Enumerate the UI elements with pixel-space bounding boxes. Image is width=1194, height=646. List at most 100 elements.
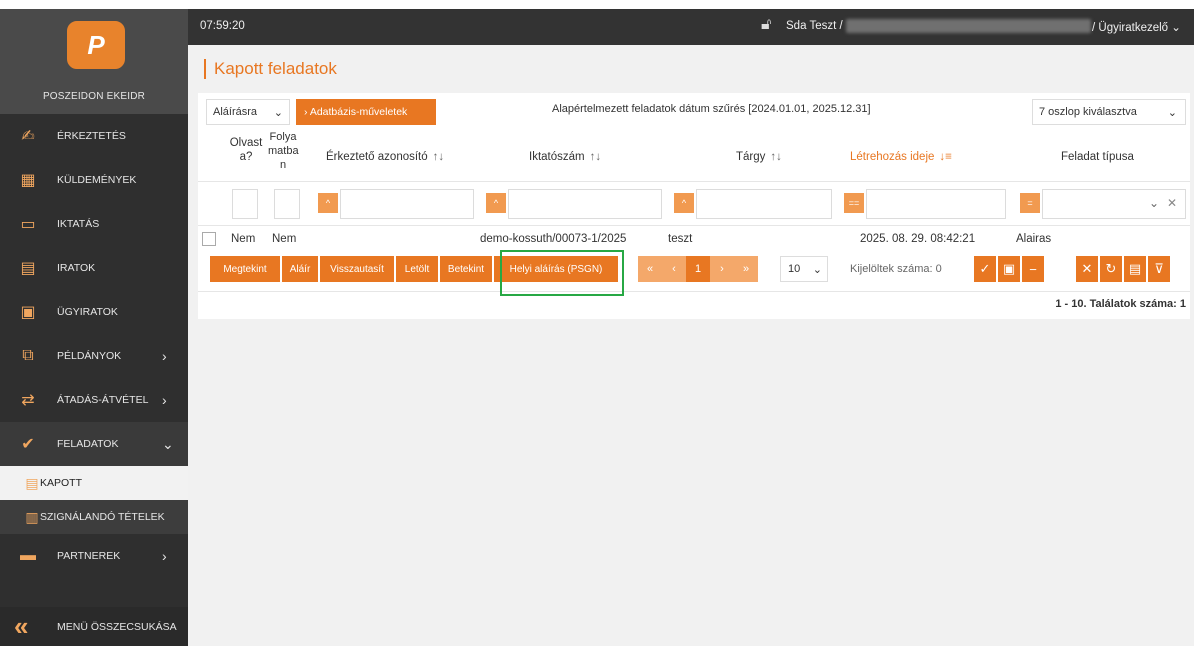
header-erkezteto[interactable]: Érkeztető azonosító ↑↓ [326, 151, 444, 163]
book-icon: ▭ [20, 216, 36, 233]
sort-desc-icon[interactable]: ↓≡ [939, 151, 951, 163]
cell-targy: teszt [668, 233, 693, 245]
chevron-down-icon: ⌄ [812, 263, 822, 276]
package-icon: ▦ [20, 172, 36, 189]
deselect-icon[interactable]: − [1022, 256, 1044, 282]
top-bar: 07:59:20 🔓︎ Sda Teszt / / Ügyiratkezelő … [188, 9, 1194, 45]
filter-operator-button[interactable]: == [844, 193, 864, 213]
tasks-table-card: Aláírásra ⌄ › Adatbázis-műveletek Alapér… [198, 93, 1190, 319]
clear-icon[interactable]: ✕ [1167, 196, 1177, 210]
row-checkbox[interactable] [202, 232, 216, 246]
sidebar-item-ugyiratok[interactable]: ▣ ÜGYIRATOK [0, 290, 188, 334]
chevron-right-icon: › [162, 348, 167, 364]
sidebar-item-partnerek[interactable]: ▬ PARTNEREK › [0, 534, 188, 578]
unlock-icon[interactable]: 🔓︎ [761, 16, 771, 34]
sidebar-subitem-kapott[interactable]: ▤ KAPOTT [0, 466, 188, 500]
app-logo: P [67, 21, 125, 69]
page-title: Kapott feladatok [204, 59, 337, 79]
header-targy[interactable]: Tárgy ↑↓ [736, 151, 782, 163]
header-olvasta-line1: Olvast [229, 137, 263, 149]
sidebar-item-label: PÉLDÁNYOK [57, 350, 122, 362]
role-dropdown[interactable]: / Ügyiratkezelő ⌄ [1092, 20, 1181, 34]
filter-letrehozas-input[interactable] [866, 189, 1006, 219]
chevron-down-icon: ⌄ [273, 106, 283, 119]
clock: 07:59:20 [200, 20, 245, 32]
sidebar-item-label: PARTNEREK [57, 550, 121, 562]
filter-targy-input[interactable] [696, 189, 832, 219]
header-iktatoszam[interactable]: Iktatószám ↑↓ [529, 151, 601, 163]
next-page-button[interactable]: › [710, 256, 734, 282]
sidebar-item-peldanyok[interactable]: ⧉ PÉLDÁNYOK › [0, 334, 188, 378]
header-olvasta: Olvast a? [228, 136, 264, 164]
sort-icon[interactable]: ↑↓ [433, 151, 445, 163]
sidebar-item-label: IKTATÁS [57, 218, 100, 230]
highlight-box [500, 250, 624, 296]
header-folyamatban: Folya matba n [268, 130, 299, 172]
header-iktatoszam-label: Iktatószám [529, 151, 585, 163]
sign-button[interactable]: Aláír [282, 256, 318, 282]
header-erkezteto-label: Érkeztető azonosító [326, 151, 428, 163]
first-page-button[interactable]: « [638, 256, 662, 282]
sidebar-item-atadas-atvetel[interactable]: ⇄ ÁTADÁS-ÁTVÉTEL › [0, 378, 188, 422]
sidebar-item-kuldemenyek[interactable]: ▦ KÜLDEMÉNYEK [0, 158, 188, 202]
page-size-select[interactable]: 10 ⌄ [780, 256, 828, 282]
page-size-value: 10 [788, 263, 801, 275]
sidebar-item-feladatok[interactable]: ✔ FELADATOK ⌄ [0, 422, 188, 466]
copies-icon: ⧉ [22, 347, 34, 364]
header-folyamatban-line1: Folya [269, 131, 297, 143]
close-icon[interactable]: ✕ [1076, 256, 1098, 282]
header-letrehozas-label: Létrehozás ideje [850, 151, 935, 163]
clipboard-list-icon: ▤ [25, 474, 39, 491]
filter-folyamatban[interactable] [274, 189, 300, 219]
header-feladat-tipusa-label: Feladat típusa [1061, 151, 1134, 163]
header-letrehozas[interactable]: Létrehozás ideje ↓≡ [850, 151, 952, 163]
inspect-button[interactable]: Betekint [440, 256, 492, 282]
main-content: Kapott feladatok Aláírásra ⌄ › Adatbázis… [188, 45, 1194, 646]
columns-select[interactable]: 7 oszlop kiválasztva ⌄ [1032, 99, 1186, 125]
clipboard-sign-icon: ▥ [25, 508, 39, 525]
filter-operator-button[interactable]: ^ [486, 193, 506, 213]
cell-folyamatban: Nem [272, 233, 297, 245]
chevron-down-icon: ⌄ [162, 435, 174, 452]
chevron-right-icon: › [162, 548, 167, 564]
mode-select[interactable]: Aláírásra ⌄ [206, 99, 290, 125]
folder-icon: ▣ [20, 304, 36, 321]
header-olvasta-line2: a? [239, 151, 253, 163]
selected-count: Kijelöltek száma: 0 [850, 263, 942, 275]
check-icon[interactable]: ✓ [974, 256, 996, 282]
cell-iktatoszam: demo-kossuth/00073-1/2025 [480, 233, 627, 245]
filter-operator-button[interactable]: ^ [318, 193, 338, 213]
filter-operator-button[interactable]: ^ [674, 193, 694, 213]
refresh-icon[interactable]: ↻ [1100, 256, 1122, 282]
view-button[interactable]: Megtekint [210, 256, 280, 282]
sidebar-item-label: KÜLDEMÉNYEK [57, 174, 137, 186]
sidebar-subitem-szignalando[interactable]: ▥ SZIGNÁLANDÓ TÉTELEK [0, 500, 188, 534]
prev-page-button[interactable]: ‹ [662, 256, 686, 282]
sidebar-item-erkeztetes[interactable]: ✍ ÉRKEZTETÉS [0, 114, 188, 158]
header-targy-label: Tárgy [736, 151, 766, 163]
filter-icon[interactable]: ⊽ [1148, 256, 1170, 282]
reject-button[interactable]: Visszautasít [320, 256, 394, 282]
sort-icon[interactable]: ↑↓ [590, 151, 602, 163]
sort-icon[interactable]: ↑↓ [770, 151, 782, 163]
collapse-menu-label: MENÜ ÖSSZECSUKÁSA [57, 620, 177, 633]
stamp-icon: ✍ [21, 128, 35, 145]
filter-erkezteto-input[interactable] [340, 189, 474, 219]
filter-feladat-tipusa-select[interactable]: ⌄ ✕ [1042, 189, 1186, 219]
current-page-button[interactable]: 1 [686, 256, 710, 282]
filter-olvasta[interactable] [232, 189, 258, 219]
documents-icon: ▤ [20, 260, 36, 277]
sidebar-item-iktatas[interactable]: ▭ IKTATÁS [0, 202, 188, 246]
filter-operator-button[interactable]: = [1020, 193, 1040, 213]
database-operations-button[interactable]: › Adatbázis-műveletek [296, 99, 436, 125]
handover-icon: ⇄ [21, 392, 35, 409]
sidebar-item-iratok[interactable]: ▤ IRATOK [0, 246, 188, 290]
filter-iktatoszam-input[interactable] [508, 189, 662, 219]
export-icon[interactable]: ▤ [1124, 256, 1146, 282]
cell-letrehozas: 2025. 08. 29. 08:42:21 [860, 233, 976, 245]
logo-area: P POSZEIDON EKEIDR [0, 9, 188, 114]
collapse-menu-button[interactable]: « MENÜ ÖSSZECSUKÁSA [0, 607, 188, 646]
select-page-icon[interactable]: ▣ [998, 256, 1020, 282]
last-page-button[interactable]: » [734, 256, 758, 282]
download-button[interactable]: Letölt [396, 256, 438, 282]
